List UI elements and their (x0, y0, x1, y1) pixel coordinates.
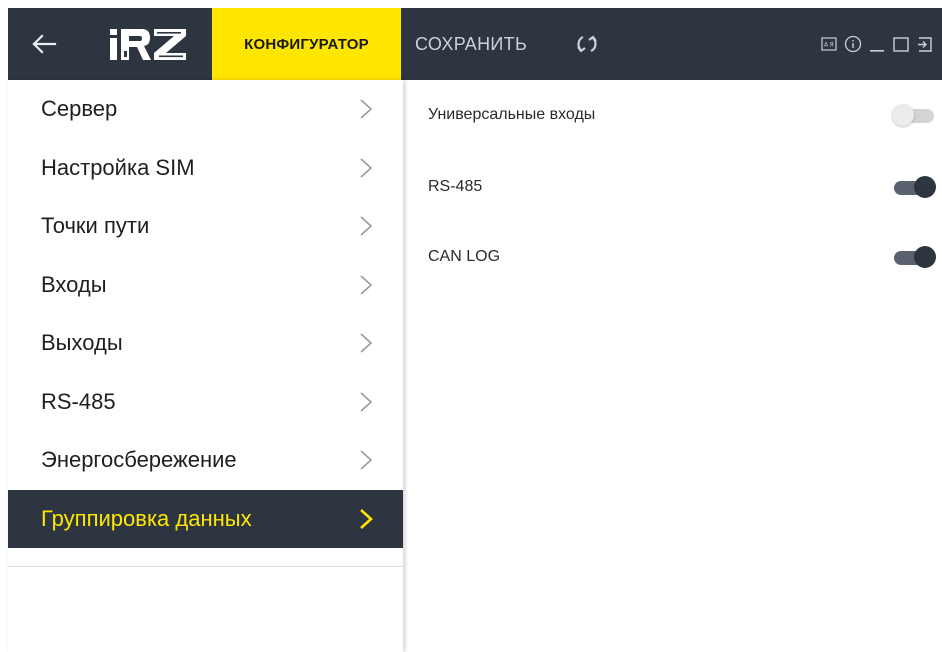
toggle-label: Универсальные входы (428, 106, 596, 123)
tab-configurator[interactable]: КОНФИГУРАТОР (212, 8, 401, 80)
top-bar: КОНФИГУРАТОР СОХРАНИТЬ A Я (8, 8, 942, 80)
chevron-right-icon (360, 158, 373, 178)
chevron-right-icon (360, 333, 373, 353)
toggle-row-can-log: CAN LOG (428, 237, 938, 277)
sidebar-item-power-saving[interactable]: Энергосбережение (8, 431, 403, 490)
universal-inputs-toggle[interactable] (892, 103, 938, 127)
sidebar-item-label: Группировка данных (41, 505, 252, 531)
sidebar: Сервер Настройка SIM Точки пути Входы Вы… (8, 80, 403, 652)
keyboard-layout-icon[interactable]: A Я (820, 35, 838, 53)
app-window: КОНФИГУРАТОР СОХРАНИТЬ A Я Сервер Настро… (8, 8, 942, 652)
sidebar-item-sim-settings[interactable]: Настройка SIM (8, 139, 403, 198)
save-button-label: СОХРАНИТЬ (415, 33, 528, 54)
chevron-right-icon (360, 450, 373, 470)
rs485-toggle[interactable] (892, 175, 938, 199)
sidebar-item-label: Настройка SIM (41, 154, 195, 180)
sync-icon[interactable] (573, 30, 601, 58)
svg-text:A: A (824, 42, 829, 49)
back-arrow-icon[interactable] (26, 26, 62, 62)
sidebar-item-outputs[interactable]: Выходы (8, 314, 403, 373)
toggle-row-universal-inputs: Универсальные входы (428, 95, 938, 135)
sidebar-item-label: Сервер (41, 96, 118, 122)
svg-text:Я: Я (830, 42, 834, 49)
chevron-right-icon (360, 275, 373, 295)
toggle-knob (914, 176, 936, 198)
main-panel: Универсальные входы RS-485 CAN LOG (412, 80, 942, 652)
irz-logo (106, 24, 202, 64)
toggle-knob (892, 104, 914, 126)
minimize-icon[interactable] (868, 35, 886, 53)
sidebar-item-rs485[interactable]: RS-485 (8, 373, 403, 432)
tab-configurator-label: КОНФИГУРАТОР (244, 35, 369, 53)
toggle-label: CAN LOG (428, 248, 501, 265)
save-button[interactable]: СОХРАНИТЬ (415, 8, 527, 80)
sidebar-item-inputs[interactable]: Входы (8, 256, 403, 315)
chevron-right-icon (360, 392, 373, 412)
sidebar-item-label: Входы (41, 271, 107, 297)
info-icon[interactable] (844, 35, 862, 53)
sidebar-item-label: Точки пути (41, 213, 150, 239)
sidebar-item-server[interactable]: Сервер (8, 80, 403, 139)
maximize-icon[interactable] (892, 35, 910, 53)
toggle-knob (914, 246, 936, 268)
toggle-row-rs485: RS-485 (428, 167, 938, 207)
chevron-right-icon (360, 508, 373, 529)
chevron-right-icon (360, 216, 373, 236)
exit-icon[interactable] (916, 35, 934, 53)
toggle-label: RS-485 (428, 178, 483, 195)
window-controls: A Я (820, 34, 934, 54)
sidebar-divider (8, 566, 403, 567)
sidebar-item-label: Энергосбережение (41, 447, 237, 473)
sidebar-item-data-grouping[interactable]: Группировка данных (8, 489, 403, 548)
can-log-toggle[interactable] (892, 245, 938, 269)
sidebar-item-label: RS-485 (41, 388, 116, 414)
chevron-right-icon (360, 99, 373, 119)
sidebar-item-waypoints[interactable]: Точки пути (8, 197, 403, 256)
sidebar-item-label: Выходы (41, 330, 123, 356)
